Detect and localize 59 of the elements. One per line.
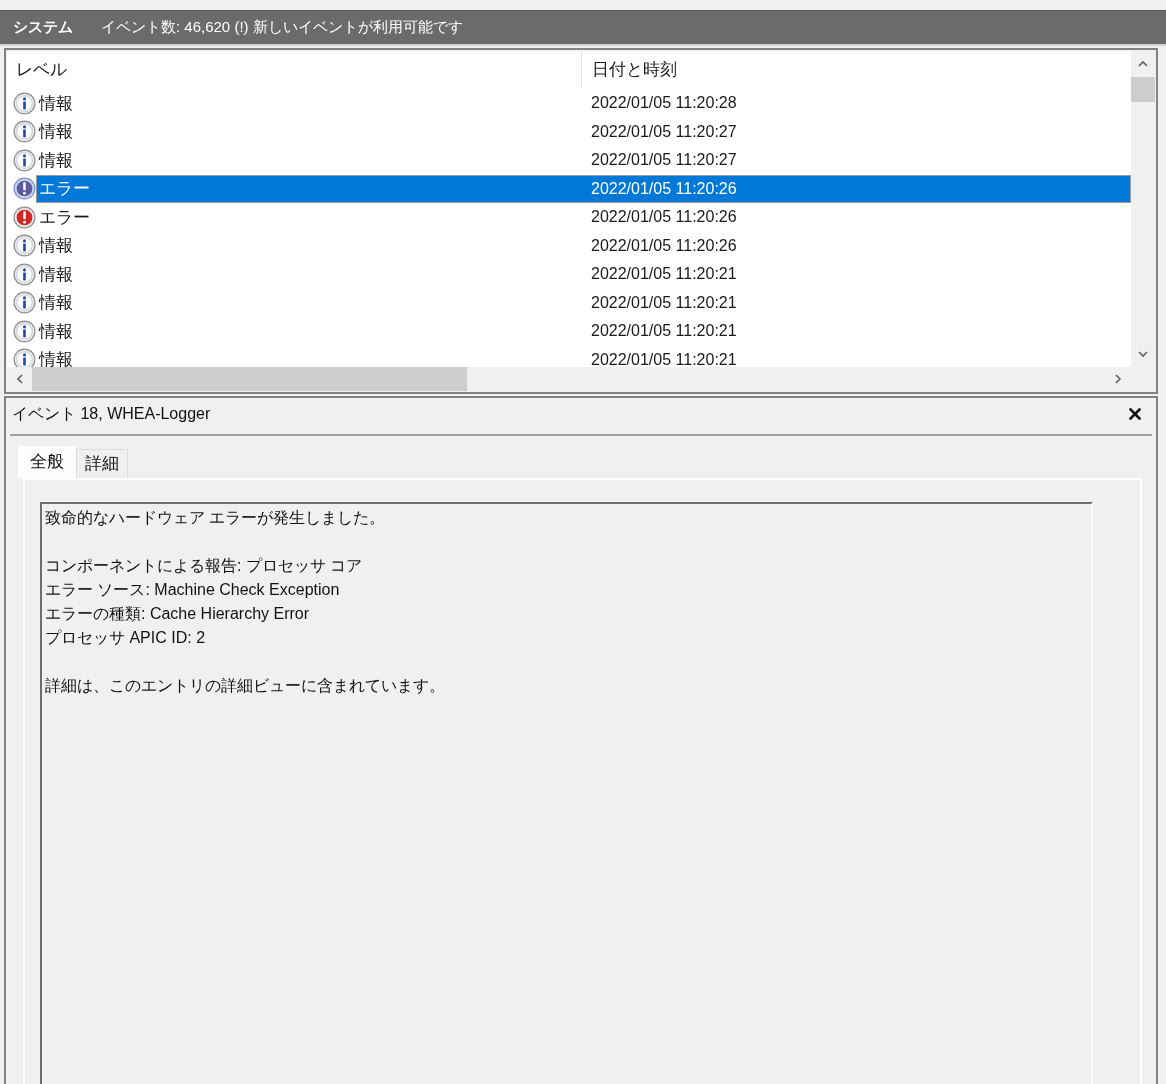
datetime-text: 2022/01/05 11:20:28 [590,93,737,114]
column-header[interactable]: レベル [7,51,582,89]
datetime-text: 2022/01/05 11:20:26 [590,207,737,228]
event-row[interactable]: エラー 2022/01/05 11:20:26 [36,174,1131,203]
event-row[interactable]: 情報 2022/01/05 11:20:21 [36,317,1131,346]
scrollbar-thumb[interactable] [1131,77,1155,102]
event-count-text: イベント数: 46,620 (!) 新しいイベントが利用可能です [101,17,463,38]
error-icon [13,177,36,201]
datetime-text: 2022/01/05 11:20:26 [590,235,737,256]
event-row[interactable]: 情報 2022/01/05 11:20:21 [36,345,1131,367]
datetime-text: 2022/01/05 11:20:27 [590,150,737,171]
severity-text: 情報 [37,320,74,343]
event-row[interactable]: 情報 2022/01/05 11:20:26 [36,231,1131,260]
tab[interactable]: 詳細 [76,449,128,478]
event-row[interactable]: 情報 2022/01/05 11:20:21 [36,260,1131,289]
event-row[interactable]: 情報 2022/01/05 11:20:21 [36,288,1131,317]
severity-text: 情報 [37,235,74,257]
info-icon [13,262,36,286]
message-line: コンポーネントによる報告: プロセッサ コア [45,556,363,576]
tab[interactable]: 全般 [18,446,76,478]
datetime-text: 2022/01/05 11:20:21 [590,349,737,367]
message-line: 詳細は、このエントリの詳細ビューに含まれています。 [45,676,445,696]
severity-text: 情報 [37,149,74,172]
event-row[interactable]: 情報 2022/01/05 11:20:27 [36,117,1131,146]
info-icon [13,319,36,343]
column-header[interactable]: 日付と時刻 [582,51,1131,89]
severity-text: エラー [38,206,91,229]
severity-text: 情報 [37,349,74,367]
info-icon [13,120,36,144]
header-title: システム [13,17,73,38]
event-row[interactable]: 情報 2022/01/05 11:20:27 [36,146,1131,175]
severity-text: 情報 [37,92,74,115]
info-icon [13,91,36,115]
chevron-down-icon[interactable] [1138,350,1148,358]
event-title: イベント 18, WHEA-Logger [12,404,211,424]
close-icon[interactable] [1129,408,1141,420]
message-line: プロセッサ APIC ID: 2 [45,628,206,648]
datetime-text: 2022/01/05 11:20:26 [590,178,737,199]
info-icon [13,291,36,315]
chevron-right-icon[interactable] [1114,374,1122,384]
datetime-text: 2022/01/05 11:20:21 [590,292,737,313]
severity-text: 情報 [37,263,74,286]
message-line: エラーの種類: Cache Hierarchy Error [45,604,310,624]
event-row[interactable]: エラー 2022/01/05 11:20:26 [36,203,1131,232]
datetime-text: 2022/01/05 11:20:21 [590,321,737,342]
message-line: 致命的なハードウェア エラーが発生しました。 [45,508,386,528]
error-icon [13,205,36,229]
datetime-text: 2022/01/05 11:20:21 [590,264,737,285]
severity-text: エラー [38,178,91,200]
severity-text: 情報 [37,292,74,314]
message-line: エラー ソース: Machine Check Exception [45,580,340,600]
severity-text: 情報 [37,121,74,143]
info-icon [13,148,36,172]
datetime-text: 2022/01/05 11:20:27 [590,121,737,142]
scrollbar-thumb[interactable] [32,367,467,391]
info-icon [13,234,36,258]
chevron-left-icon[interactable] [15,374,24,384]
chevron-up-icon[interactable] [1138,60,1148,68]
event-row[interactable]: 情報 2022/01/05 11:20:28 [36,89,1131,118]
